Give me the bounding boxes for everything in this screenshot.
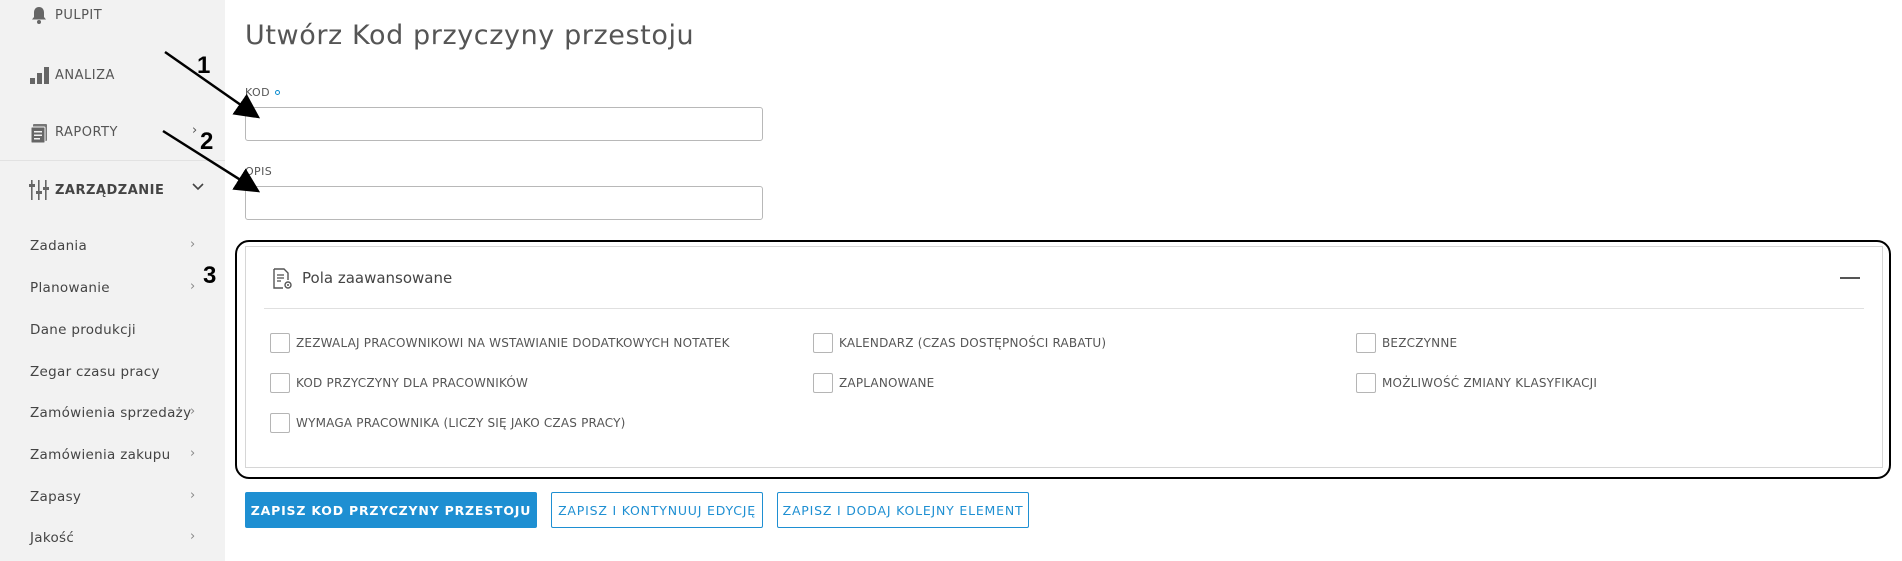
annotation-number-2: 2 [200,128,214,155]
annotation-number-1: 1 [197,52,211,79]
annotation-number-3: 3 [203,262,217,289]
annotation-arrow-1 [164,50,261,119]
annotation-arrows [162,50,261,193]
